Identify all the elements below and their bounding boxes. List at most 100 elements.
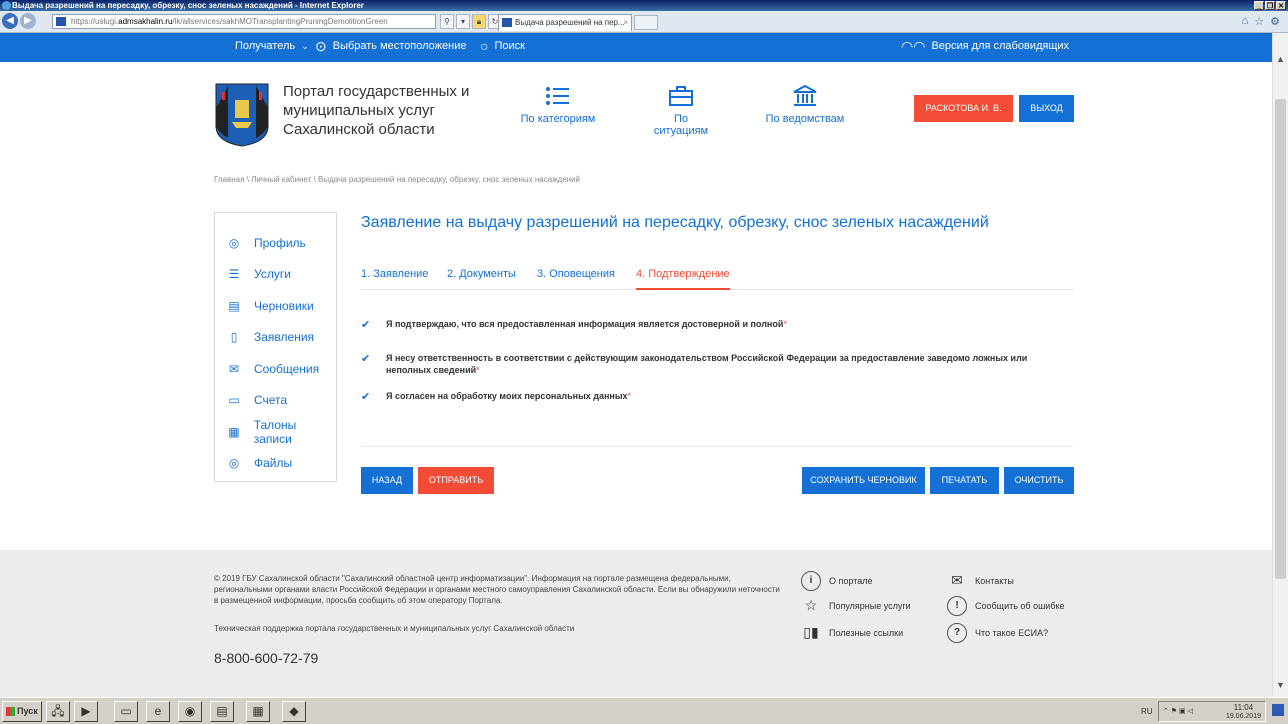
forward-arrow-icon[interactable]: ▶ <box>20 13 36 29</box>
browser-right-icons: ⌂ ☆ ⚙ <box>1242 15 1280 28</box>
footer-link-popular[interactable]: ☆ Популярные услуги <box>801 596 911 616</box>
calendar-icon: ▦ <box>228 424 240 439</box>
address-buttons: ⚲ ▾ 🔒︎ ↻ <box>440 14 502 29</box>
sidebar-item-profile[interactable]: ◎ Профиль <box>215 227 336 259</box>
spreadsheet-icon[interactable]: ▦ <box>246 701 270 722</box>
sidebar-item-applications[interactable]: ▯ Заявления <box>215 322 336 354</box>
start-button[interactable]: Пуск <box>2 701 42 722</box>
scroll-down-icon[interactable]: ▼ <box>1273 677 1288 693</box>
back-arrow-icon[interactable]: ◀ <box>2 13 18 29</box>
send-button[interactable]: ОТПРАВИТЬ <box>418 467 494 494</box>
browser-nav: ◀ ▶ <box>2 13 36 29</box>
checkmark-icon[interactable]: ✔ <box>361 392 371 403</box>
back-button[interactable]: НАЗАД <box>361 467 413 494</box>
footer-support-link[interactable]: Техническая поддержка портала государств… <box>214 624 574 633</box>
address-bar[interactable]: https://uslugi.admsakhalin.ru/lk/allserv… <box>52 14 436 29</box>
tab-favicon-icon <box>502 18 512 27</box>
clock[interactable]: 11:04 19.06.2019 <box>1226 703 1261 721</box>
recipient-dropdown[interactable]: Получатель ⌄ <box>235 40 309 52</box>
lock-icon[interactable]: 🔒︎ <box>472 14 486 29</box>
briefcase-icon <box>669 86 693 106</box>
footer-link-report-error[interactable]: ! Сообщить об ошибке <box>947 596 1065 616</box>
sidebar-item-drafts[interactable]: ▤ Черновики <box>215 290 336 322</box>
search-icon[interactable]: ⚲ <box>440 14 454 29</box>
window-title: Выдача разрешений на пересадку, обрезку,… <box>12 1 364 10</box>
app-icon[interactable]: ◆ <box>282 701 306 722</box>
sidebar-item-messages[interactable]: ✉ Сообщения <box>215 353 336 385</box>
info-icon: i <box>801 571 821 591</box>
print-button[interactable]: ПЕЧАТАТЬ <box>930 467 999 494</box>
site-favicon-icon <box>56 17 66 26</box>
question-icon: ? <box>947 623 967 643</box>
internet-explorer-icon[interactable]: e <box>146 701 170 722</box>
breadcrumb-home[interactable]: Главная <box>214 175 244 184</box>
dropdown-icon[interactable]: ▾ <box>456 14 470 29</box>
close-icon[interactable]: ✕ <box>1276 1 1286 10</box>
footer-link-esia[interactable]: ? Что такое ЕСИА? <box>947 623 1048 643</box>
tab-application[interactable]: 1. Заявление <box>361 268 428 290</box>
sidebar-item-files[interactable]: ◎ Файлы <box>215 448 336 480</box>
notepad-icon[interactable]: ▤ <box>210 701 234 722</box>
chrome-icon[interactable]: ◉ <box>178 701 202 722</box>
clear-button[interactable]: ОЧИСТИТЬ <box>1004 467 1074 494</box>
nav-departments[interactable]: По ведомствам <box>765 85 845 125</box>
powershell-icon[interactable]: ▶ <box>74 701 98 722</box>
card-icon: ▭ <box>228 393 240 408</box>
show-desktop-button[interactable] <box>1272 704 1284 716</box>
form-steps-tabs: 1. Заявление 2. Документы 3. Оповещения … <box>361 268 1073 290</box>
breadcrumb-current: Выдача разрешений на пересадку, обрезку,… <box>318 175 581 184</box>
page-title: Заявление на выдачу разрешений на переса… <box>361 214 989 231</box>
form-divider <box>361 446 1073 447</box>
minimize-icon[interactable]: _ <box>1254 1 1264 10</box>
tab-title: Выдача разрешений на пер... <box>515 18 625 27</box>
scroll-thumb[interactable] <box>1275 99 1286 579</box>
location-selector[interactable]: ⊙ Выбрать местоположение <box>315 39 467 53</box>
sidebar-item-tickets[interactable]: ▦ Талоны записи <box>215 416 336 448</box>
restore-icon[interactable]: ❐ <box>1265 1 1275 10</box>
confirm-accuracy-checkbox[interactable]: ✔ Я подтверждаю, что вся предоставленная… <box>361 318 1073 331</box>
save-draft-button[interactable]: СОХРАНИТЬ ЧЕРНОВИК <box>802 467 925 494</box>
user-profile-button[interactable]: РАСКОТОВА И. В. <box>914 95 1013 122</box>
checkmark-icon[interactable]: ✔ <box>361 320 371 331</box>
footer-link-useful[interactable]: ▯▮ Полезные ссылки <box>801 623 903 643</box>
sakhalin-emblem-logo[interactable] <box>214 78 270 148</box>
tab-confirmation[interactable]: 4. Подтверждение <box>636 268 730 290</box>
tab-notifications[interactable]: 3. Оповещения <box>537 268 615 290</box>
home-icon[interactable]: ⌂ <box>1242 15 1249 28</box>
network-icon[interactable]: 🖧︎ <box>46 701 70 722</box>
bar-chart-icon: ▯▮ <box>803 624 819 640</box>
accessibility-link[interactable]: ◠◠ Версия для слабовидящих <box>901 37 1069 54</box>
gear-icon[interactable]: ⚙ <box>1270 15 1280 28</box>
windows-taskbar: Пуск 🖧︎ ▶ ▭ e ◉ ▤ ▦ ◆ RU ⌃ ⚑ ▣ ◁ 11:04 1… <box>0 697 1288 724</box>
tab-close-icon[interactable]: × <box>623 15 628 30</box>
confirm-responsibility-checkbox[interactable]: ✔ Я несу ответственность в соответствии … <box>361 352 1073 376</box>
checkmark-icon[interactable]: ✔ <box>361 354 371 365</box>
portal-name[interactable]: Портал государственных и муниципальных у… <box>283 82 483 139</box>
sidebar-item-services[interactable]: ☰ Услуги <box>215 259 336 291</box>
scroll-up-icon[interactable]: ▲ <box>1273 51 1288 67</box>
language-indicator[interactable]: RU <box>1141 707 1153 716</box>
sidebar-item-bills[interactable]: ▭ Счета <box>215 385 336 417</box>
tray-icons[interactable]: ⌃ ⚑ ▣ ◁ <box>1163 707 1193 715</box>
site-topbar: Получатель ⌄ ⊙ Выбрать местоположение ○ … <box>0 33 1272 62</box>
new-tab-button[interactable] <box>634 15 658 30</box>
document-icon: ▯ <box>230 330 238 345</box>
folder-icon[interactable]: ▭ <box>114 701 138 722</box>
nav-situations[interactable]: По ситуациям <box>646 85 716 137</box>
search-link[interactable]: ○ Поиск <box>480 39 525 53</box>
footer-link-contacts[interactable]: ✉ Контакты <box>947 571 1014 591</box>
footer-link-about[interactable]: i О портале <box>801 571 872 591</box>
institution-icon <box>793 85 817 106</box>
consent-personal-data-checkbox[interactable]: ✔ Я согласен на обработку моих персональ… <box>361 390 1073 403</box>
glasses-icon: ◠◠ <box>901 37 926 54</box>
profile-icon: ◎ <box>228 235 240 250</box>
logout-button[interactable]: ВЫХОД <box>1019 95 1074 122</box>
favorites-star-icon[interactable]: ☆ <box>1254 15 1264 28</box>
breadcrumb-cabinet[interactable]: Личный кабинет <box>251 175 311 184</box>
browser-tab[interactable]: Выдача разрешений на пер... × <box>498 14 632 31</box>
nav-categories[interactable]: По категориям <box>520 85 596 125</box>
envelope-icon: ✉ <box>951 572 963 588</box>
tab-documents[interactable]: 2. Документы <box>447 268 516 290</box>
vertical-scrollbar[interactable]: ▲ ▼ <box>1272 33 1288 697</box>
system-tray: RU ⌃ ⚑ ▣ ◁ 11:04 19.06.2019 <box>1141 701 1266 722</box>
